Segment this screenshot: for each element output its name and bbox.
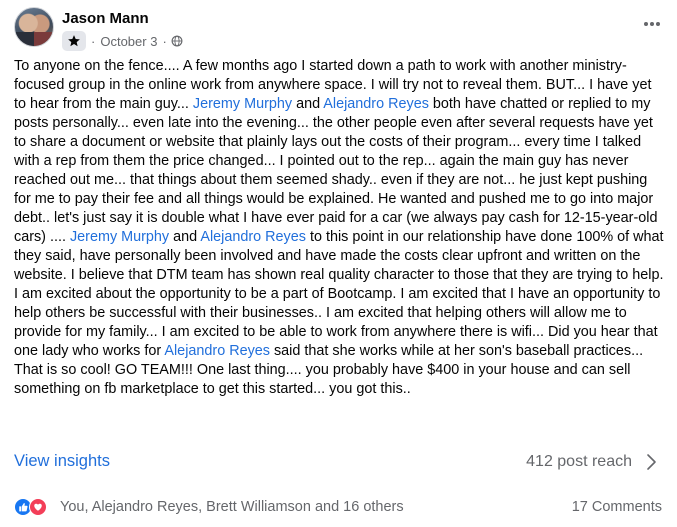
star-badge-icon[interactable]: [62, 31, 86, 51]
meta-separator: ·: [91, 33, 96, 49]
mention-link[interactable]: Jeremy Murphy: [70, 229, 169, 245]
reaction-icons[interactable]: [14, 498, 54, 516]
post-meta: · October 3 ·: [62, 31, 183, 51]
post-date[interactable]: October 3: [100, 34, 157, 49]
post-body: To anyone on the fence.... A few months …: [14, 57, 666, 399]
globe-icon[interactable]: [171, 35, 183, 47]
post-text-segment: both have chatted or replied to my posts…: [14, 96, 658, 245]
more-options-icon[interactable]: [640, 14, 664, 34]
insights-bar: View insights 412 post reach: [14, 450, 662, 474]
mention-link[interactable]: Alejandro Reyes: [200, 229, 306, 245]
mention-link[interactable]: Jeremy Murphy: [193, 96, 292, 112]
meta-separator-2: ·: [162, 33, 167, 49]
reactions-summary[interactable]: You, Alejandro Reyes, Brett Williamson a…: [60, 499, 404, 515]
post-text-segment: and: [169, 229, 201, 245]
mention-link[interactable]: Alejandro Reyes: [323, 96, 429, 112]
comments-count[interactable]: 17 Comments: [572, 499, 662, 515]
author-avatar[interactable]: [14, 7, 54, 47]
view-insights-link[interactable]: View insights: [14, 452, 110, 471]
post-header: Jason Mann · October 3 ·: [14, 6, 664, 52]
avatar-photo-detail: [15, 32, 53, 46]
post-text-segment: to this point in our relationship have d…: [14, 229, 664, 359]
chevron-right-icon[interactable]: [644, 452, 658, 472]
author-name[interactable]: Jason Mann: [62, 10, 149, 27]
post-text-segment: and: [292, 96, 324, 112]
post-footer: You, Alejandro Reyes, Brett Williamson a…: [14, 494, 662, 520]
love-reaction-icon: [29, 498, 47, 516]
mention-link[interactable]: Alejandro Reyes: [164, 343, 270, 359]
post-reach[interactable]: 412 post reach: [526, 453, 632, 471]
